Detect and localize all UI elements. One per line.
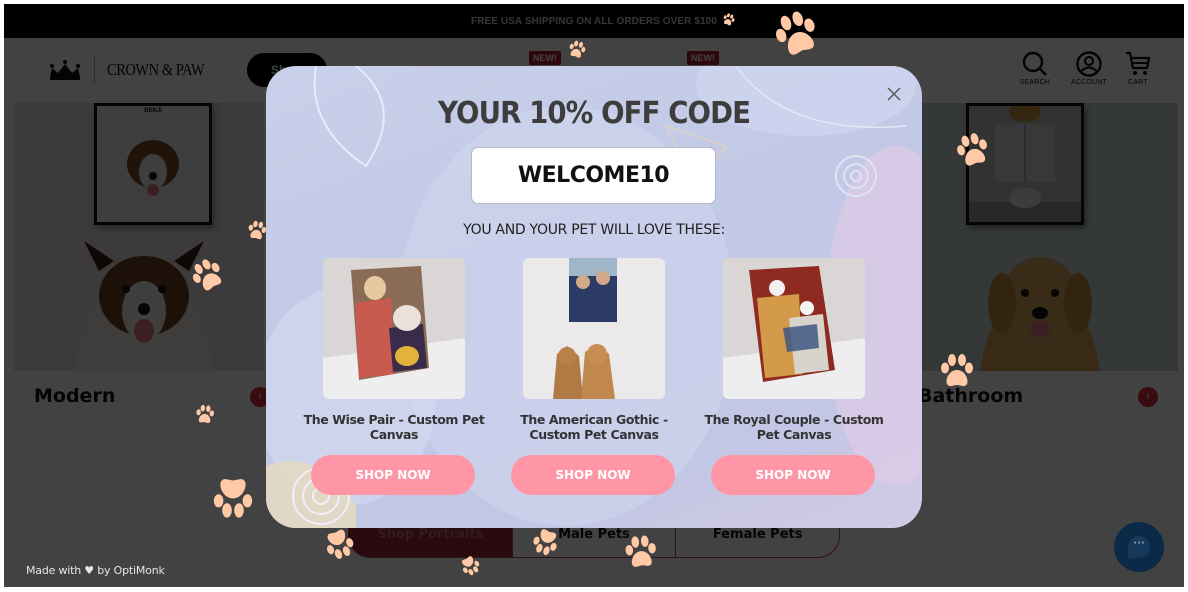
wise-pair-canvas-image	[323, 266, 465, 399]
paw-print-icon	[193, 403, 217, 427]
chat-button[interactable]: ···	[1114, 522, 1164, 572]
popup-title: YOUR 10% OFF CODE	[437, 96, 751, 131]
paw-print-icon	[937, 352, 977, 392]
paw-print-icon	[620, 532, 661, 573]
product-image-american-gothic[interactable]	[523, 258, 665, 399]
royal-couple-canvas-image	[723, 266, 865, 399]
shop-now-button[interactable]: SHOP NOW	[511, 455, 675, 495]
shop-now-button[interactable]: SHOP NOW	[311, 455, 475, 495]
product-image-royal-couple[interactable]	[723, 258, 865, 399]
paw-print-icon	[244, 218, 269, 243]
paw-print-icon	[209, 472, 257, 520]
product-image-wise-pair[interactable]	[323, 258, 465, 399]
popup-subtitle: YOU AND YOUR PET WILL LOVE THESE:	[463, 222, 725, 238]
product-name[interactable]: The Wise Pair - Custom Pet Canvas	[294, 412, 494, 442]
optimonk-credit[interactable]: Made with ♥ by OptiMonk	[26, 564, 165, 577]
shop-now-button[interactable]: SHOP NOW	[711, 455, 875, 495]
chat-icon: ···	[1128, 536, 1150, 558]
coupon-code[interactable]: WELCOME10	[471, 147, 716, 204]
product-name[interactable]: The American Gothic - Custom Pet Canvas	[494, 412, 694, 442]
browser-viewport: FREE USA SHIPPING ON ALL ORDERS OVER $10…	[4, 4, 1184, 587]
product-name[interactable]: The Royal Couple - Custom Pet Canvas	[694, 412, 894, 442]
discount-popup: YOUR 10% OFF CODE WELCOME10 YOU AND YOUR…	[266, 66, 922, 528]
american-gothic-canvas-image	[553, 258, 617, 399]
